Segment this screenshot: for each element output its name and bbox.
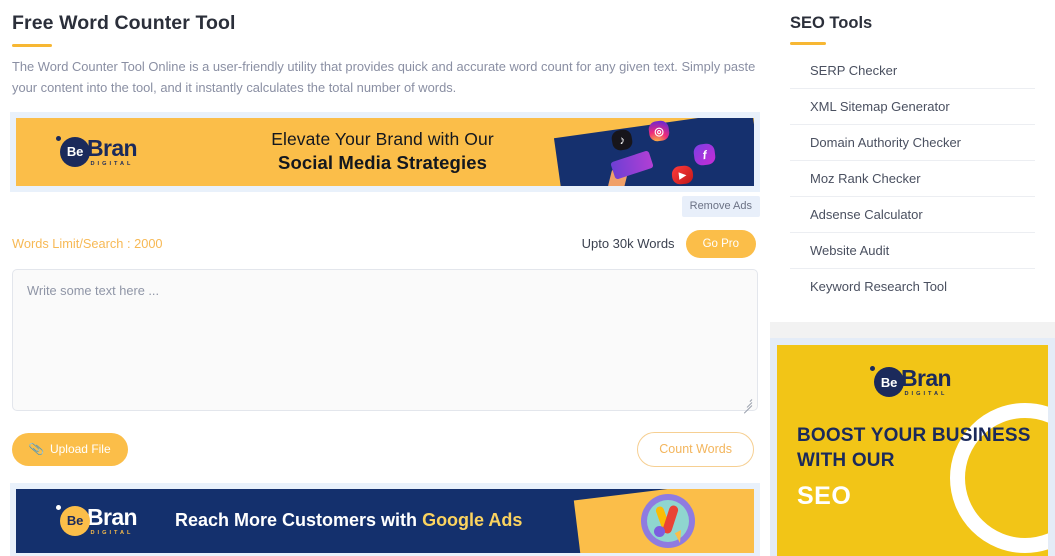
- logo-subtitle: DIGITAL: [90, 160, 134, 167]
- top-ad-logo: Be Bran DIGITAL: [16, 134, 181, 167]
- bottom-ad-container: Be Bran DIGITAL Reach More Customers wit…: [10, 482, 760, 556]
- sidebar-item-serp-checker[interactable]: SERP Checker: [790, 53, 1035, 88]
- bebran-logo: Be Bran DIGITAL: [55, 134, 138, 167]
- right-sidebar-column: SEO Tools SERP Checker XML Sitemap Gener…: [770, 0, 1055, 556]
- logo-subtitle: DIGITAL: [904, 391, 948, 397]
- logo-dot-icon: [55, 135, 61, 141]
- top-ad-artwork: ♪ ◎ f ▶: [553, 117, 754, 186]
- side-ad-headline: BOOST YOUR BUSINESS WITH OUR: [797, 425, 1031, 472]
- bebran-logo-inverse: Be Bran DIGITAL: [55, 503, 138, 536]
- count-words-button[interactable]: Count Words: [637, 431, 754, 467]
- bebran-logo: Be Bran DIGITAL: [869, 365, 952, 398]
- action-row: 📎 Upload File Count Words: [10, 431, 760, 467]
- list-item: Website Audit: [790, 233, 1035, 269]
- top-ad-container: Be Bran DIGITAL Elevate Your Brand with …: [10, 111, 760, 192]
- logo-word: Bran: [86, 503, 138, 530]
- remove-ads-button[interactable]: Remove Ads: [681, 195, 760, 217]
- limits-right-group: Upto 30k Words Go Pro: [581, 229, 756, 258]
- sidebar-item-website-audit[interactable]: Website Audit: [790, 233, 1035, 268]
- bottom-ad-highlight: Google Ads: [422, 510, 523, 531]
- page-root: Free Word Counter Tool The Word Counter …: [0, 0, 1055, 556]
- bottom-ad-text: Reach More Customers with: [175, 510, 423, 531]
- sidebar-item-xml-sitemap-generator[interactable]: XML Sitemap Generator: [790, 89, 1035, 124]
- sidebar-item-adsense-calculator[interactable]: Adsense Calculator: [790, 197, 1035, 232]
- facebook-icon: f: [692, 142, 717, 167]
- bottom-ad-banner[interactable]: Be Bran DIGITAL Reach More Customers wit…: [16, 488, 754, 553]
- top-ad-copy: Elevate Your Brand with Our Social Media…: [171, 129, 594, 175]
- side-ad-emphasis: SEO: [797, 482, 852, 511]
- logo-subtitle: DIGITAL: [90, 529, 134, 536]
- top-ad-banner[interactable]: Be Bran DIGITAL Elevate Your Brand with …: [16, 117, 754, 186]
- list-item: Keyword Research Tool: [790, 269, 1035, 304]
- logo-wordmark: Bran DIGITAL: [86, 503, 138, 536]
- logo-word: Bran: [86, 134, 138, 161]
- side-ad-logo: Be Bran DIGITAL: [777, 345, 1048, 397]
- limits-row: Words Limit/Search : 2000 Upto 30k Words…: [10, 229, 760, 258]
- logo-dot-icon: [55, 504, 61, 510]
- logo-badge: Be: [59, 136, 90, 167]
- list-item: Domain Authority Checker: [790, 125, 1035, 161]
- list-item: SERP Checker: [790, 53, 1035, 89]
- go-pro-button[interactable]: Go Pro: [685, 229, 756, 258]
- textarea-wrapper: [10, 268, 760, 416]
- remove-ads-row: Remove Ads: [10, 192, 760, 217]
- top-ad-line2: Social Media Strategies: [278, 152, 487, 174]
- seo-tools-card: SEO Tools SERP Checker XML Sitemap Gener…: [770, 0, 1055, 322]
- logo-wordmark: Bran DIGITAL: [86, 134, 138, 167]
- bottom-ad-logo: Be Bran DIGITAL: [16, 503, 181, 536]
- logo-wordmark: Bran DIGITAL: [900, 365, 952, 398]
- google-ads-icon: [641, 493, 695, 548]
- page-title: Free Word Counter Tool: [12, 12, 236, 34]
- top-ad-line1: Elevate Your Brand with Our: [271, 128, 494, 149]
- words-limit-label: Words Limit/Search : 2000: [12, 236, 163, 252]
- upload-file-label: Upload File: [49, 441, 111, 456]
- paperclip-icon: 📎: [28, 440, 45, 457]
- list-item: Moz Rank Checker: [790, 161, 1035, 197]
- logo-badge: Be: [873, 367, 904, 397]
- title-underline-accent: [12, 44, 52, 47]
- text-input-area[interactable]: [12, 268, 758, 411]
- seo-tools-title: SEO Tools: [790, 14, 873, 32]
- logo-dot-icon: [869, 366, 875, 371]
- google-ads-dot: [654, 525, 665, 537]
- list-item: XML Sitemap Generator: [790, 89, 1035, 125]
- list-item: Adsense Calculator: [790, 197, 1035, 233]
- side-ad-container: Be Bran DIGITAL BOOST YOUR BUSINESS WITH…: [770, 338, 1055, 556]
- upload-file-button[interactable]: 📎 Upload File: [12, 432, 128, 466]
- seo-tools-list: SERP Checker XML Sitemap Generator Domai…: [790, 53, 1035, 304]
- logo-word: Bran: [900, 365, 952, 391]
- bottom-ad-artwork: [573, 488, 754, 553]
- upto-words-label: Upto 30k Words: [581, 236, 675, 252]
- page-description: The Word Counter Tool Online is a user-f…: [12, 59, 756, 95]
- logo-badge: Be: [59, 505, 90, 536]
- seo-title-underline-accent: [790, 42, 826, 45]
- main-content-column: Free Word Counter Tool The Word Counter …: [0, 0, 770, 556]
- side-ad-banner[interactable]: Be Bran DIGITAL BOOST YOUR BUSINESS WITH…: [777, 345, 1048, 556]
- sidebar-item-moz-rank-checker[interactable]: Moz Rank Checker: [790, 161, 1035, 196]
- sidebar-item-keyword-research-tool[interactable]: Keyword Research Tool: [790, 269, 1035, 304]
- bottom-ad-copy: Reach More Customers with Google Ads: [175, 510, 589, 531]
- sidebar-item-domain-authority-checker[interactable]: Domain Authority Checker: [790, 125, 1035, 160]
